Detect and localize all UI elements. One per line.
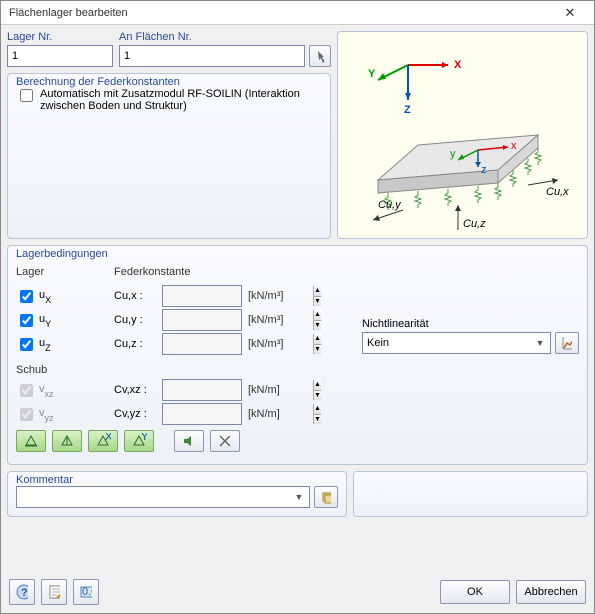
- kommentar-legend: Kommentar: [16, 474, 73, 486]
- rf-soilin-label: Automatisch mit Zusatzmodul RF-SOILIN (I…: [40, 88, 322, 112]
- cux-label: Cu,x :: [114, 290, 156, 302]
- schub-head: Schub: [16, 364, 356, 376]
- an-flaechen-input[interactable]: [119, 45, 305, 67]
- svg-text:y: y: [450, 148, 456, 160]
- svg-text:X: X: [105, 433, 111, 443]
- vxz-check-label[interactable]: vxz: [16, 381, 60, 400]
- nichtlin-label: Nichtlinearität: [362, 318, 579, 330]
- uy-check-label[interactable]: uY: [16, 311, 60, 330]
- decimals-icon: 0.00: [80, 584, 92, 600]
- svg-text:?: ?: [21, 587, 28, 599]
- support-diagram-icon: X Y Z x y z: [348, 35, 578, 235]
- note-button[interactable]: [41, 579, 67, 605]
- kommentar-combo[interactable]: ▼: [16, 486, 310, 508]
- dialog-window: Flächenlager bearbeiten ✕ Lager Nr. An F…: [0, 0, 595, 614]
- ux-check-label[interactable]: uX: [16, 287, 60, 306]
- help-icon: ?: [16, 584, 28, 600]
- svg-text:X: X: [454, 59, 462, 71]
- pick-icon: [316, 49, 324, 63]
- kommentar-group: Kommentar ▼: [7, 471, 347, 517]
- support-fixed-icon: [23, 433, 39, 449]
- cuy-label: Cu,y :: [114, 314, 156, 326]
- berechnung-group: Berechnung der Federkonstanten Automatis…: [7, 73, 331, 239]
- cuz-label: Cu,z :: [114, 338, 156, 350]
- chevron-down-icon: ▼: [291, 492, 307, 502]
- cvyz-spinner[interactable]: ▲▼: [162, 403, 242, 425]
- chevron-down-icon: ▼: [532, 338, 548, 348]
- rf-soilin-check[interactable]: [20, 89, 33, 102]
- cuz-spinner[interactable]: ▲▼: [162, 333, 242, 355]
- svg-text:Cu,z: Cu,z: [463, 218, 486, 230]
- preset-2-button[interactable]: [52, 430, 82, 452]
- units-button[interactable]: 0.00: [73, 579, 99, 605]
- nichtlin-edit-button[interactable]: [555, 332, 579, 354]
- lager-nr-label: Lager Nr.: [7, 31, 113, 43]
- cuy-spinner[interactable]: ▲▼: [162, 309, 242, 331]
- uy-check[interactable]: [20, 314, 33, 327]
- kommentar-pick-button[interactable]: [314, 486, 338, 508]
- library-icon: [321, 490, 331, 504]
- pick-surface-button[interactable]: [309, 45, 331, 67]
- cuz-unit: [kN/m³]: [248, 338, 283, 350]
- preset-3-button[interactable]: X: [88, 430, 118, 452]
- help-button[interactable]: ?: [9, 579, 35, 605]
- graph-icon: [562, 336, 572, 350]
- cvyz-unit: [kN/m]: [248, 408, 280, 420]
- support-z-icon: [59, 433, 75, 449]
- titlebar: Flächenlager bearbeiten ✕: [1, 1, 594, 25]
- preset-1-button[interactable]: [16, 430, 46, 452]
- lager-nr-input[interactable]: [7, 45, 113, 67]
- speaker-icon: [181, 433, 197, 449]
- illustration-panel: X Y Z x y z: [337, 31, 588, 239]
- nichtlin-combo[interactable]: Kein ▼: [362, 332, 551, 354]
- svg-text:Cu,y: Cu,y: [378, 199, 402, 211]
- svg-text:Cu,x: Cu,x: [546, 186, 569, 198]
- lager-head: Lager: [16, 266, 108, 278]
- footer-bar: ? 0.00 OK Abbrechen: [1, 575, 594, 613]
- nichtlin-value: Kein: [367, 337, 532, 349]
- svg-text:Y: Y: [368, 68, 376, 80]
- svg-text:Z: Z: [404, 104, 411, 116]
- preset-4-button[interactable]: Y: [124, 430, 154, 452]
- an-flaechen-label: An Flächen Nr.: [119, 31, 305, 43]
- svg-text:z: z: [481, 164, 487, 176]
- support-x-icon: X: [95, 433, 111, 449]
- feder-head: Federkonstante: [114, 266, 190, 278]
- svg-text:0.00: 0.00: [82, 586, 92, 598]
- cvxz-label: Cv,xz :: [114, 384, 156, 396]
- uz-check[interactable]: [20, 338, 33, 351]
- window-title: Flächenlager bearbeiten: [9, 7, 550, 19]
- cvxz-spinner[interactable]: ▲▼: [162, 379, 242, 401]
- vyz-check-label[interactable]: vyz: [16, 405, 60, 424]
- note-icon: [48, 584, 60, 600]
- empty-group: [353, 471, 588, 517]
- lagerbedingungen-group: Lagerbedingungen Lager Federkonstante uX…: [7, 245, 588, 465]
- preset-clear-button[interactable]: [210, 430, 240, 452]
- cvyz-label: Cv,yz :: [114, 408, 156, 420]
- support-y-icon: Y: [131, 433, 147, 449]
- close-button[interactable]: ✕: [550, 3, 590, 23]
- uz-check-label[interactable]: uZ: [16, 335, 60, 354]
- rf-soilin-checkbox[interactable]: Automatisch mit Zusatzmodul RF-SOILIN (I…: [16, 88, 322, 112]
- svg-text:Y: Y: [141, 433, 147, 443]
- berechnung-legend: Berechnung der Federkonstanten: [16, 76, 180, 88]
- ux-check[interactable]: [20, 290, 33, 303]
- cuy-unit: [kN/m³]: [248, 314, 283, 326]
- cancel-button[interactable]: Abbrechen: [516, 580, 586, 604]
- preset-sound-button[interactable]: [174, 430, 204, 452]
- svg-text:x: x: [511, 140, 517, 152]
- vxz-check: [20, 384, 33, 397]
- cux-spinner[interactable]: ▲▼: [162, 285, 242, 307]
- vyz-check: [20, 408, 33, 421]
- cross-icon: [217, 433, 233, 449]
- cvxz-unit: [kN/m]: [248, 384, 280, 396]
- cux-unit: [kN/m³]: [248, 290, 283, 302]
- ok-button[interactable]: OK: [440, 580, 510, 604]
- lagerbed-legend: Lagerbedingungen: [16, 248, 108, 260]
